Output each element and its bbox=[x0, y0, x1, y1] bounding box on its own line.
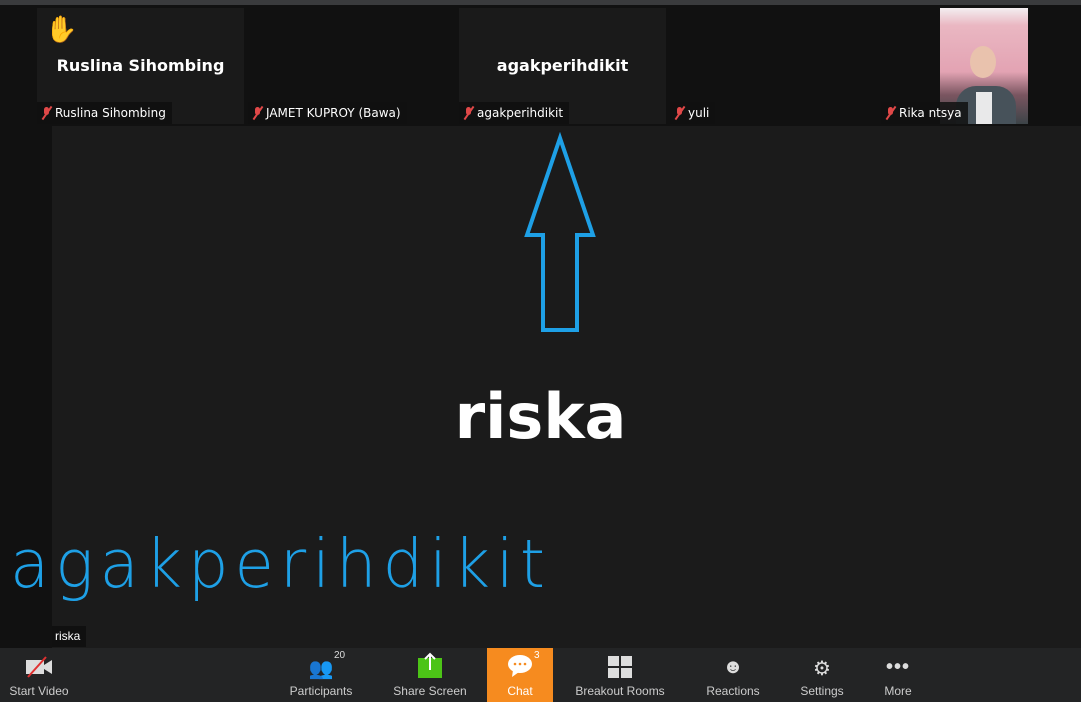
annotation-text: agakperihdikit bbox=[10, 526, 551, 604]
breakout-rooms-icon bbox=[608, 656, 632, 678]
participants-icon: 👥 bbox=[308, 658, 334, 680]
mic-muted-icon bbox=[885, 106, 896, 120]
participant-name: JAMET KUPROY (Bawa) bbox=[266, 106, 401, 120]
active-speaker-label: riska bbox=[52, 626, 87, 647]
name-label: yuli bbox=[670, 102, 716, 124]
participants-button[interactable]: 👥 20 Participants bbox=[282, 648, 360, 702]
reactions-button[interactable]: ☻ Reactions bbox=[700, 648, 766, 702]
share-screen-button[interactable]: Share Screen bbox=[388, 648, 472, 702]
mic-muted-icon bbox=[41, 106, 52, 120]
share-screen-icon bbox=[418, 652, 442, 678]
window-top-bar bbox=[0, 0, 1081, 5]
participant-name: Ruslina Sihombing bbox=[55, 106, 166, 120]
name-label: Rika ntsya bbox=[881, 102, 968, 124]
participant-name: agakperihdikit bbox=[477, 106, 564, 120]
more-dots-icon: ••• bbox=[885, 656, 911, 678]
mic-muted-icon bbox=[674, 106, 685, 120]
active-speaker-name: riska bbox=[454, 380, 627, 453]
start-video-button[interactable]: Start Video bbox=[0, 648, 78, 702]
breakout-rooms-button[interactable]: Breakout Rooms bbox=[570, 648, 670, 702]
participant-tile[interactable]: ✋ Ruslina Sihombing Ruslina Sihombing bbox=[37, 8, 244, 124]
participant-tile[interactable]: agakperihdikit agakperihdikit bbox=[459, 8, 666, 124]
settings-button[interactable]: ⚙ Settings bbox=[792, 648, 852, 702]
name-label: JAMET KUPROY (Bawa) bbox=[248, 102, 407, 124]
raised-hand-icon: ✋ bbox=[45, 14, 78, 44]
participant-name: yuli bbox=[688, 106, 710, 120]
annotation-arrow-up bbox=[524, 132, 596, 332]
name-label: agakperihdikit bbox=[459, 102, 570, 124]
participant-tile[interactable]: yuli bbox=[670, 8, 877, 124]
participant-display-name: Ruslina Sihombing bbox=[56, 56, 225, 75]
participant-display-name: agakperihdikit bbox=[496, 56, 629, 75]
participant-tile[interactable]: JAMET KUPROY (Bawa) bbox=[248, 8, 455, 124]
participant-tile[interactable]: Rika ntsya bbox=[881, 8, 1028, 124]
chat-button[interactable]: 3 Chat bbox=[487, 648, 553, 702]
chat-icon bbox=[508, 655, 532, 677]
chat-count-badge: 3 bbox=[534, 650, 540, 661]
participant-name: Rika ntsya bbox=[899, 106, 962, 120]
participants-count-badge: 20 bbox=[334, 650, 346, 661]
mic-muted-icon bbox=[463, 106, 474, 120]
more-button[interactable]: ••• More bbox=[870, 648, 926, 702]
video-off-icon bbox=[26, 656, 52, 678]
meeting-toolbar: Start Video 👥 20 Participants Share Scre… bbox=[0, 648, 1081, 702]
mic-muted-icon bbox=[252, 106, 263, 120]
name-label: Ruslina Sihombing bbox=[37, 102, 172, 124]
gear-icon: ⚙ bbox=[813, 658, 831, 680]
reactions-icon: ☻ bbox=[722, 656, 744, 678]
